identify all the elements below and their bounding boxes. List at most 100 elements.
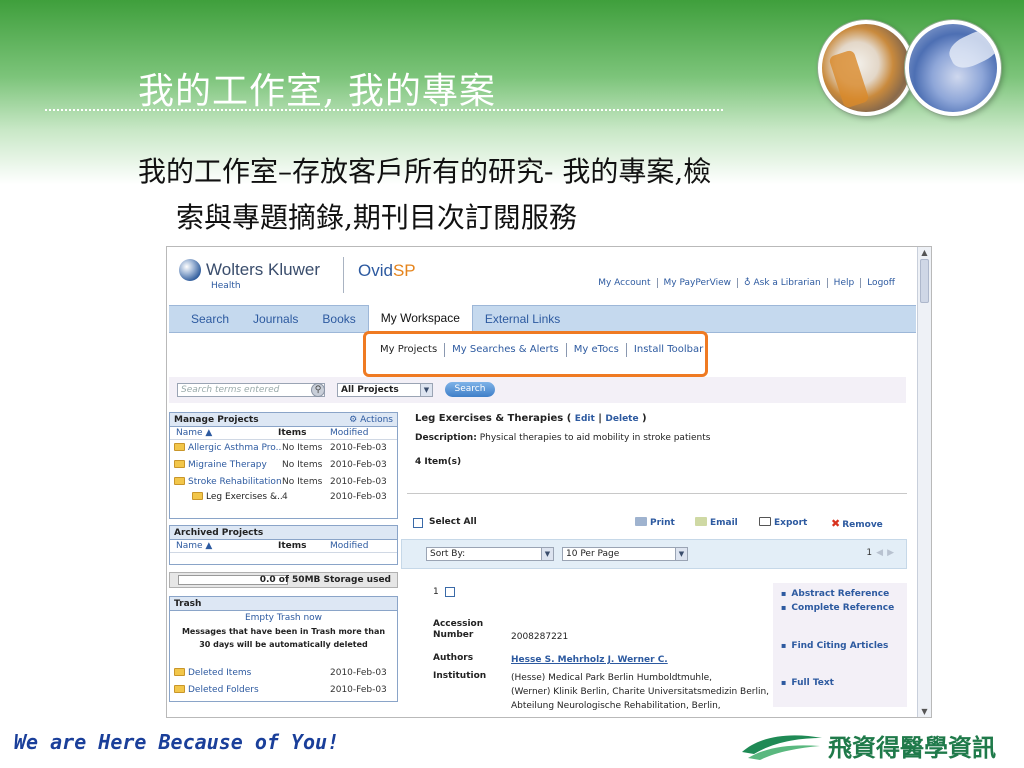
record-number: 1 xyxy=(433,587,439,597)
prev-page-icon[interactable]: ◀ xyxy=(876,548,883,558)
trash-folder-name[interactable]: Deleted Folders xyxy=(188,685,259,695)
trash-panel: Trash Empty Trash now Messages that have… xyxy=(169,596,398,702)
chevron-down-icon[interactable]: ▼ xyxy=(420,384,432,396)
title-divider xyxy=(45,109,723,111)
description-text: Physical therapies to aid mobility in st… xyxy=(479,433,711,443)
project-items: No Items xyxy=(282,477,323,487)
archived-column-header: Name ▲ Items Modified xyxy=(170,540,397,553)
tab-books[interactable]: Books xyxy=(310,306,367,332)
magnifier-icon[interactable]: ⚲ xyxy=(311,383,325,397)
accession-value: 2008287221 xyxy=(511,632,569,642)
record-authors: Authors Hesse S. Mehrholz J. Werner C. xyxy=(433,653,773,667)
project-row[interactable]: Allergic Asthma Pro... No Items 2010-Feb… xyxy=(170,440,397,457)
project-name[interactable]: Stroke Rehabilitation xyxy=(188,477,282,487)
subproject-row[interactable]: Leg Exercises &... 4 2010-Feb-03 xyxy=(170,491,397,505)
tab-external-links[interactable]: External Links xyxy=(473,306,572,332)
delete-project-link[interactable]: Delete xyxy=(605,414,638,424)
project-name[interactable]: Allergic Asthma Pro... xyxy=(188,443,282,453)
tab-my-workspace[interactable]: My Workspace xyxy=(367,305,473,333)
company-name: 飛資得醫學資訊 xyxy=(828,734,996,762)
print-button[interactable]: Print xyxy=(635,517,675,528)
company-logo: 飛資得醫學資訊 xyxy=(740,726,1010,762)
folder-icon xyxy=(174,668,185,676)
scroll-down-icon[interactable]: ▼ xyxy=(920,707,929,716)
scroll-thumb[interactable] xyxy=(920,259,929,303)
ovidsp-logo: OvidSP xyxy=(358,261,416,281)
workspace-search-bar: Search terms entered ⚲ All Projects ▼ Sea… xyxy=(169,377,906,403)
institution-label: Institution xyxy=(433,671,487,681)
email-icon xyxy=(695,517,707,526)
pager: 1 ◀ ▶ xyxy=(866,548,894,558)
results-toolbar: Select All Print Email Export ✖ Remove xyxy=(413,515,893,531)
col-items: Items xyxy=(278,428,307,438)
link-help[interactable]: Help xyxy=(826,278,861,288)
project-scope-select[interactable]: All Projects ▼ xyxy=(337,383,433,397)
project-scope-value: All Projects xyxy=(341,385,399,395)
project-name[interactable]: Leg Exercises &... xyxy=(206,492,282,502)
project-name[interactable]: Migraine Therapy xyxy=(188,460,267,470)
wk-globe-icon xyxy=(179,259,201,281)
abstract-reference-link[interactable]: Abstract Reference xyxy=(781,589,889,599)
archived-col-items: Items xyxy=(278,541,307,551)
remove-button[interactable]: ✖ Remove xyxy=(831,517,883,530)
link-logoff[interactable]: Logoff xyxy=(860,278,901,288)
link-my-payperview[interactable]: My PayPerView xyxy=(656,278,738,288)
full-text-link[interactable]: Full Text xyxy=(781,678,834,688)
subnav-highlight-box xyxy=(363,331,708,377)
select-all-checkbox[interactable] xyxy=(413,518,423,528)
empty-trash-link[interactable]: Empty Trash now xyxy=(170,611,397,625)
folder-icon xyxy=(174,443,185,451)
authors-links[interactable]: Hesse S. Mehrholz J. Werner C. xyxy=(511,653,773,667)
find-citing-articles-link[interactable]: Find Citing Articles xyxy=(781,641,888,651)
remove-x-icon: ✖ xyxy=(831,517,841,530)
project-row[interactable]: Migraine Therapy No Items 2010-Feb-03 xyxy=(170,457,397,474)
record-institution: Institution (Hesse) Medical Park Berlin … xyxy=(433,671,773,713)
search-terms-input[interactable]: Search terms entered xyxy=(177,383,325,397)
chevron-down-icon[interactable]: ▼ xyxy=(675,548,687,560)
institution-line-2: (Werner) Klinik Berlin, Charite Universi… xyxy=(511,687,770,697)
bullet-line-2: 索與專題摘錄,期刊目次訂閱服務 xyxy=(176,201,577,234)
accession-label-a: Accession xyxy=(433,619,484,629)
content-divider xyxy=(407,493,907,494)
per-page-value: 10 Per Page xyxy=(566,549,620,559)
tab-search[interactable]: Search xyxy=(179,306,241,332)
trash-folder-name[interactable]: Deleted Items xyxy=(188,668,251,678)
export-icon xyxy=(759,517,771,526)
institution-line-3: Abteilung Neurologische Rehabilitation, … xyxy=(511,701,721,711)
next-page-icon[interactable]: ▶ xyxy=(887,548,894,558)
trash-row[interactable]: Deleted Items 2010-Feb-03 xyxy=(170,665,397,682)
open-folder-icon xyxy=(174,477,185,485)
search-button[interactable]: Search xyxy=(445,382,495,397)
actions-menu[interactable]: ⚙ Actions xyxy=(349,413,393,427)
edit-project-link[interactable]: Edit xyxy=(575,414,595,424)
tab-journals[interactable]: Journals xyxy=(241,306,310,332)
trash-row[interactable]: Deleted Folders 2010-Feb-03 xyxy=(170,682,397,699)
archived-sort-by-name[interactable]: Name ▲ xyxy=(170,540,278,552)
email-button[interactable]: Email xyxy=(695,517,738,528)
actions-label: Actions xyxy=(360,415,393,425)
complete-reference-link[interactable]: Complete Reference xyxy=(781,603,894,613)
record-checkbox[interactable] xyxy=(444,587,455,597)
sort-by-select[interactable]: Sort By: ▼ xyxy=(426,547,554,561)
select-all-label[interactable]: Select All xyxy=(429,517,477,527)
storage-indicator: 0.0 of 50MB Storage used xyxy=(169,572,398,588)
vertical-scrollbar[interactable]: ▲ ▼ xyxy=(917,247,931,717)
export-button[interactable]: Export xyxy=(759,517,807,528)
archived-projects-panel: Archived Projects Name ▲ Items Modified xyxy=(169,525,398,565)
project-modified: 2010-Feb-03 xyxy=(330,443,387,453)
archived-sort-by-modified[interactable]: Modified xyxy=(330,540,368,552)
photo-medicine-bottles xyxy=(818,20,914,116)
chevron-down-icon[interactable]: ▼ xyxy=(541,548,553,560)
sort-by-modified[interactable]: Modified xyxy=(330,427,368,439)
sort-by-name[interactable]: Name ▲ xyxy=(170,427,278,439)
project-row[interactable]: Stroke Rehabilitation No Items 2010-Feb-… xyxy=(170,474,397,491)
current-page: 1 xyxy=(866,548,873,558)
photo-lab-glove xyxy=(905,20,1001,116)
project-items: No Items xyxy=(282,460,323,470)
link-my-account[interactable]: My Account xyxy=(592,278,656,288)
per-page-select[interactable]: 10 Per Page ▼ xyxy=(562,547,688,561)
scroll-up-icon[interactable]: ▲ xyxy=(920,248,929,257)
folder-icon xyxy=(192,492,203,500)
link-ask-librarian[interactable]: ♁ Ask a Librarian xyxy=(737,278,827,288)
logo-product-a: Ovid xyxy=(358,261,393,280)
